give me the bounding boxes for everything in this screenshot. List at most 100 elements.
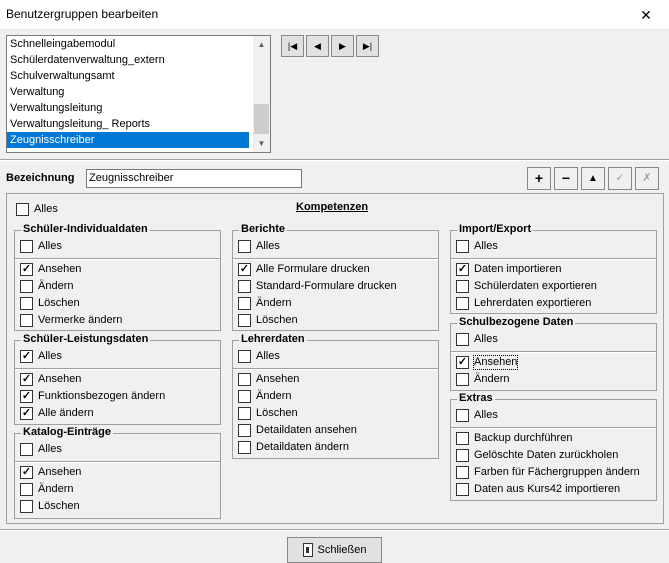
ka-alles-checkbox[interactable]: Alles [20,443,62,456]
nav-prev-button[interactable]: ◀ [306,35,329,57]
ie-schueler-export-checkbox[interactable]: Schülerdaten exportieren [456,280,597,293]
checkbox-box[interactable] [20,240,33,253]
close-window-icon[interactable]: ✕ [623,0,669,30]
checkbox-box[interactable]: ✓ [238,263,251,276]
sl-alle-aendern-checkbox[interactable]: ✓ Alle ändern [20,407,94,420]
checkbox-box[interactable]: ✓ [20,263,33,276]
le-detail-aendern-checkbox[interactable]: Detaildaten ändern [238,441,349,454]
group-divider [233,368,438,370]
list-item[interactable]: Schülerdatenverwaltung_extern [7,52,249,68]
checkbox-box[interactable] [20,483,33,496]
move-up-button[interactable]: ▲ [581,167,605,190]
ex-backup-checkbox[interactable]: Backup durchführen [456,432,572,445]
cancel-button[interactable]: ✗ [635,167,659,190]
be-alle-formulare-checkbox[interactable]: ✓ Alle Formulare drucken [238,263,370,276]
checkbox-box[interactable] [456,280,469,293]
ex-farben-checkbox[interactable]: Farben für Fächergruppen ändern [456,466,640,479]
list-item[interactable]: Schulverwaltungsamt [7,68,249,84]
list-item[interactable]: Verwaltung [7,84,249,100]
checkbox-box[interactable] [20,443,33,456]
sb-alles-checkbox[interactable]: Alles [456,333,498,346]
be-aendern-checkbox[interactable]: Ändern [238,297,291,310]
list-item[interactable]: Verwaltungsleitung_ Reports [7,116,249,132]
si-loeschen-checkbox[interactable]: Löschen [20,297,80,310]
checkbox-box[interactable] [20,297,33,310]
ex-geloeschte-checkbox[interactable]: Gelöschte Daten zurückholen [456,449,618,462]
si-vermerke-checkbox[interactable]: Vermerke ändern [20,314,122,327]
bezeichnung-input[interactable]: Zeugnisschreiber [86,169,302,188]
schliessen-button[interactable]: Schließen [287,537,382,563]
ie-daten-import-checkbox[interactable]: ✓ Daten importieren [456,263,561,276]
list-item[interactable]: Zeugnisschreiber [7,132,249,148]
ka-aendern-checkbox[interactable]: Ändern [20,483,73,496]
le-detail-ansehen-checkbox[interactable]: Detaildaten ansehen [238,424,357,437]
checkbox-box[interactable]: ✓ [456,356,469,369]
checkbox-box[interactable]: ✓ [456,263,469,276]
si-aendern-checkbox[interactable]: Ändern [20,280,73,293]
nav-last-button[interactable]: ▶| [356,35,379,57]
sl-alles-checkbox[interactable]: ✓ Alles [20,350,62,363]
group-listbox[interactable]: Schnelleingabemodul Schülerdatenverwaltun… [6,35,271,153]
nav-next-button[interactable]: ▶ [331,35,354,57]
checkbox-box[interactable] [238,373,251,386]
checkbox-box[interactable] [456,297,469,310]
le-ansehen-checkbox[interactable]: Ansehen [238,373,299,386]
sb-ansehen-checkbox[interactable]: ✓ Ansehen [456,355,519,370]
list-scrollbar[interactable]: ▲ ▼ [253,36,270,152]
checkbox-box[interactable] [238,424,251,437]
checkbox-box[interactable] [238,441,251,454]
scroll-up-icon[interactable]: ▲ [253,36,270,53]
ex-kurs42-checkbox[interactable]: Daten aus Kurs42 importieren [456,483,620,496]
checkbox-box[interactable] [456,240,469,253]
checkbox-box[interactable]: ✓ [20,373,33,386]
confirm-button[interactable]: ✓ [608,167,632,190]
le-alles-checkbox[interactable]: Alles [238,350,280,363]
checkbox-box[interactable] [456,333,469,346]
sl-ansehen-checkbox[interactable]: ✓ Ansehen [20,373,81,386]
ie-lehrer-export-checkbox[interactable]: Lehrerdaten exportieren [456,297,591,310]
checkbox-box[interactable] [238,297,251,310]
ex-alles-checkbox[interactable]: Alles [456,409,498,422]
checkbox-box[interactable] [20,500,33,513]
le-aendern-checkbox[interactable]: Ändern [238,390,291,403]
sl-funktionsbezogen-checkbox[interactable]: ✓ Funktionsbezogen ändern [20,390,165,403]
checkbox-box[interactable] [238,407,251,420]
alles-checkbox[interactable]: Alles [16,203,58,216]
group-title: Extras [457,392,495,404]
checkbox-box[interactable] [16,203,29,216]
checkbox-box[interactable] [20,280,33,293]
checkbox-box[interactable] [456,483,469,496]
remove-button[interactable]: − [554,167,578,190]
checkbox-box[interactable]: ✓ [20,407,33,420]
checkbox-box[interactable] [456,432,469,445]
si-alles-checkbox[interactable]: Alles [20,240,62,253]
nav-first-button[interactable]: |◀ [281,35,304,57]
scroll-thumb[interactable] [254,104,269,134]
ka-loeschen-checkbox[interactable]: Löschen [20,500,80,513]
checkbox-box[interactable] [456,449,469,462]
si-ansehen-checkbox[interactable]: ✓ Ansehen [20,263,81,276]
ie-alles-checkbox[interactable]: Alles [456,240,498,253]
checkbox-box[interactable] [456,409,469,422]
checkbox-box[interactable] [238,390,251,403]
checkbox-box[interactable] [238,314,251,327]
checkbox-box[interactable]: ✓ [20,350,33,363]
be-loeschen-checkbox[interactable]: Löschen [238,314,298,327]
scroll-down-icon[interactable]: ▼ [253,135,270,152]
sb-aendern-checkbox[interactable]: Ändern [456,373,509,386]
le-loeschen-checkbox[interactable]: Löschen [238,407,298,420]
checkbox-box[interactable] [238,350,251,363]
checkbox-box[interactable]: ✓ [20,390,33,403]
checkbox-box[interactable]: ✓ [20,466,33,479]
list-item[interactable]: Verwaltungsleitung [7,100,249,116]
checkbox-box[interactable] [238,240,251,253]
checkbox-box[interactable] [456,373,469,386]
be-standard-formulare-checkbox[interactable]: Standard-Formulare drucken [238,280,397,293]
checkbox-box[interactable] [20,314,33,327]
ka-ansehen-checkbox[interactable]: ✓ Ansehen [20,466,81,479]
checkbox-box[interactable] [456,466,469,479]
checkbox-box[interactable] [238,280,251,293]
list-item[interactable]: Schnelleingabemodul [7,36,249,52]
be-alles-checkbox[interactable]: Alles [238,240,280,253]
add-button[interactable]: + [527,167,551,190]
